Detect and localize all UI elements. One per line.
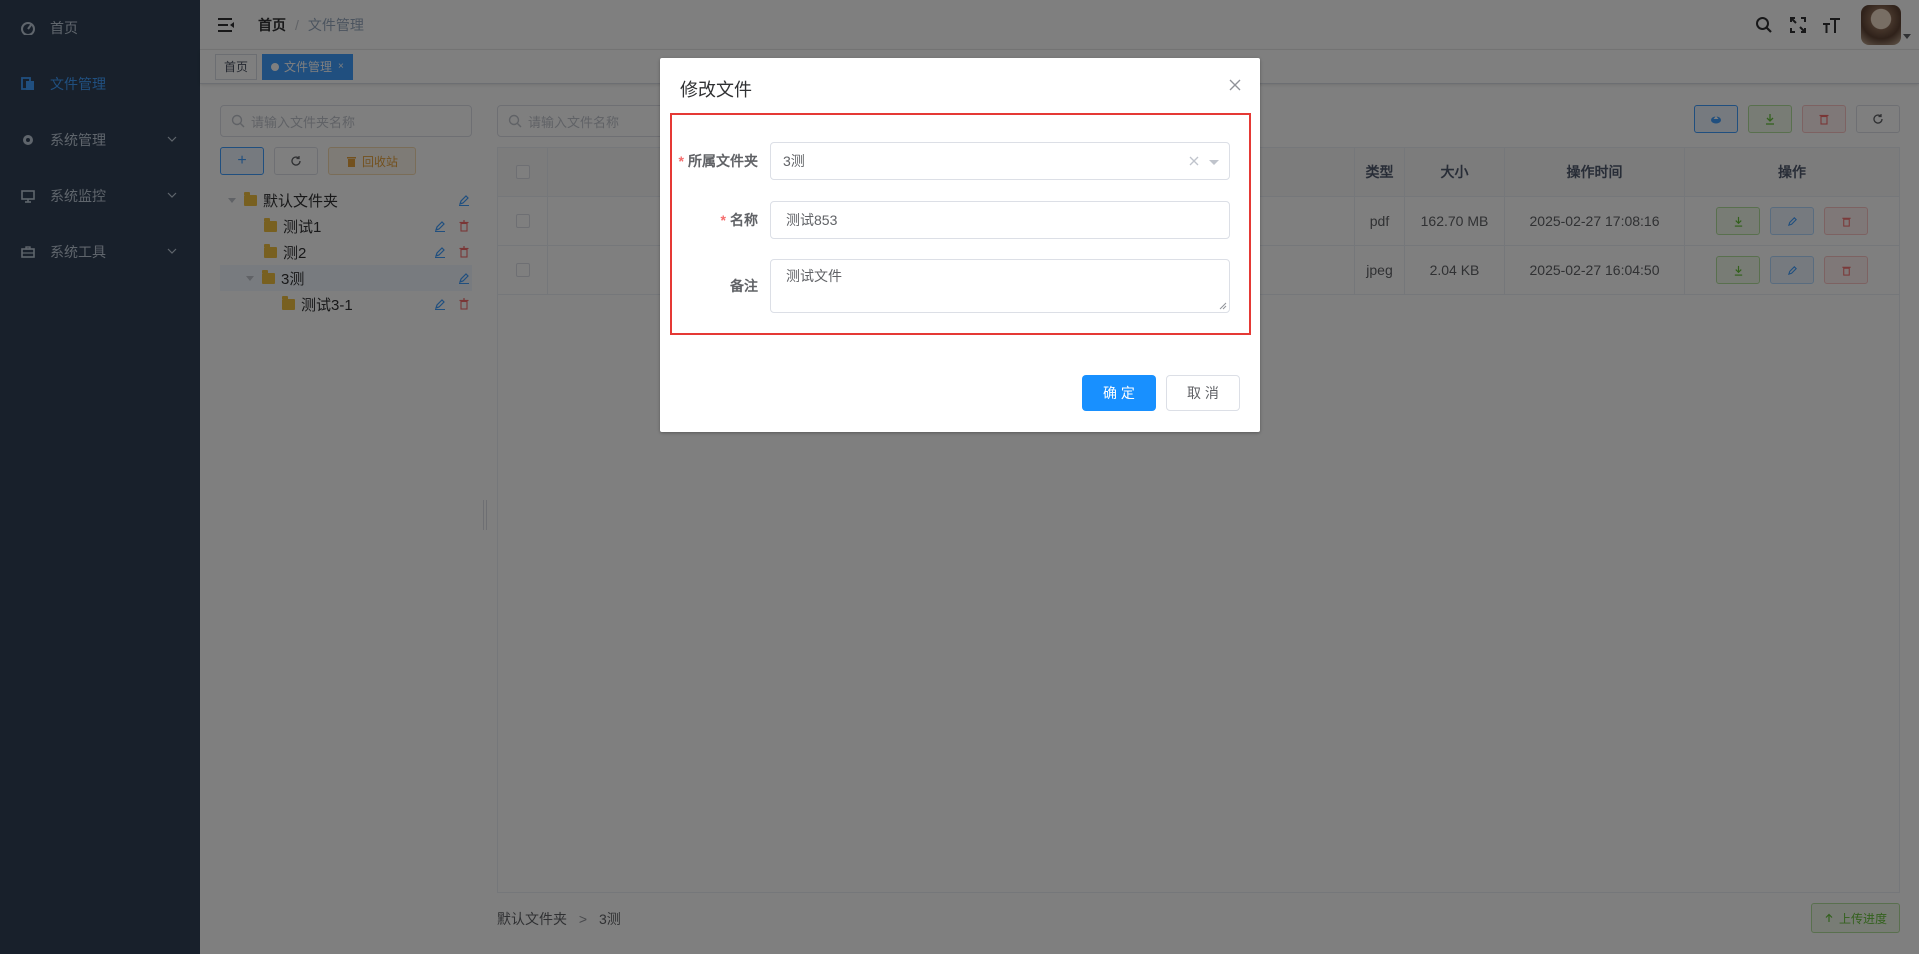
confirm-button[interactable]: 确 定 (1082, 375, 1156, 411)
clear-icon[interactable] (1189, 156, 1199, 166)
remark-label: 备注 (730, 278, 758, 294)
form-item-folder: * 所属文件夹 3测 (660, 142, 1260, 180)
remark-textarea-value: 测试文件 (786, 268, 842, 284)
remark-textarea[interactable]: 测试文件 (770, 259, 1230, 313)
name-input[interactable]: 测试853 (770, 201, 1230, 239)
required-mark: * (678, 153, 684, 169)
name-label-text: 名称 (730, 212, 758, 228)
resize-handle-icon[interactable] (1219, 302, 1227, 310)
close-icon[interactable] (1228, 78, 1242, 92)
caret-down-icon[interactable] (1209, 160, 1219, 165)
folder-select[interactable]: 3测 (770, 142, 1230, 180)
edit-file-dialog: 修改文件 * 所属文件夹 3测 * 名称 测试853 备注 测试文件 确 定 取 消 (660, 58, 1260, 432)
folder-label-text: 所属文件夹 (688, 153, 758, 169)
name-label: * 名称 (660, 210, 770, 230)
folder-label: * 所属文件夹 (660, 151, 770, 171)
form-item-remark: 备注 测试文件 (660, 259, 1260, 313)
cancel-button[interactable]: 取 消 (1166, 375, 1240, 411)
form-item-name: * 名称 测试853 (660, 201, 1260, 239)
name-input-value: 测试853 (786, 212, 838, 228)
folder-select-value: 3测 (783, 153, 805, 169)
dialog-title: 修改文件 (680, 80, 752, 100)
required-mark: * (720, 212, 726, 228)
